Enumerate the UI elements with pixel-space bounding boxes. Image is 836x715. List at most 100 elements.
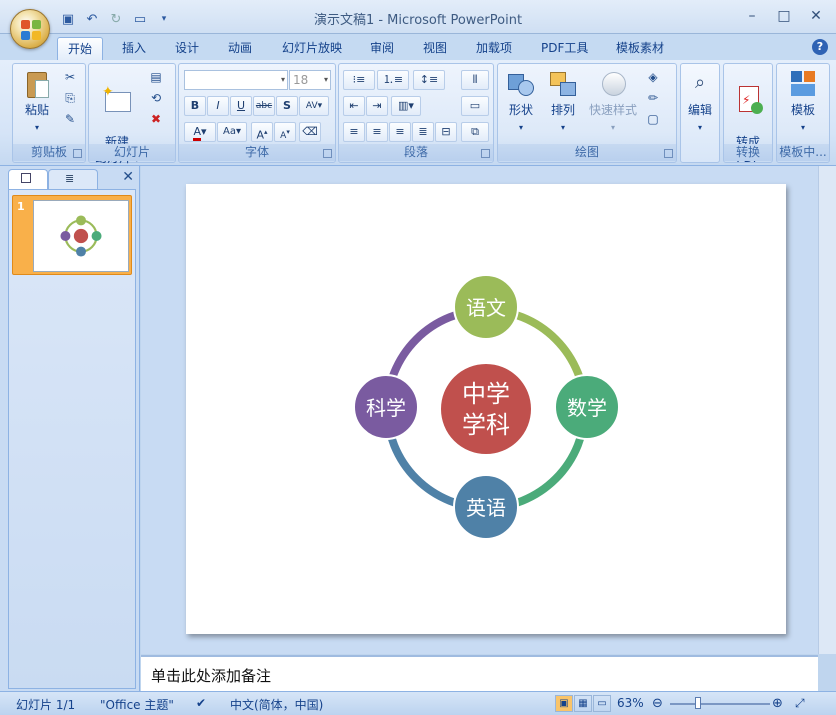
notes-pane[interactable]: 单击此处添加备注 — [141, 655, 818, 691]
drawing-label: 绘图 — [498, 144, 676, 161]
close-button[interactable]: ✕ — [802, 6, 830, 26]
spellcheck-icon[interactable]: ✔ — [196, 696, 206, 710]
bullets-button[interactable]: ⁝≡ — [343, 70, 375, 90]
slides-tab[interactable] — [8, 169, 48, 189]
editing-group: ⌕ 编辑 ▾ — [680, 63, 720, 163]
new-slide-icon: ✦ — [102, 84, 132, 116]
slide-number: 1 — [17, 200, 25, 213]
zoom-slider[interactable] — [670, 703, 770, 705]
tab-view[interactable]: 视图 — [413, 37, 457, 60]
help-icon[interactable]: ? — [812, 39, 828, 55]
underline-button[interactable]: U — [230, 96, 252, 116]
columns-button[interactable]: ▥▾ — [391, 96, 421, 116]
quick-styles-button[interactable]: 快速样式 ▾ — [586, 68, 640, 136]
tab-template[interactable]: 模板素材 — [606, 37, 674, 60]
paragraph-launcher-icon[interactable] — [481, 149, 490, 158]
clipboard-group: 粘贴 ▾ ✂ ⎘ ✎ 剪贴板 — [12, 63, 86, 163]
italic-button[interactable]: I — [207, 96, 229, 116]
numbering-button[interactable]: ⒈≡ — [377, 70, 409, 90]
slide-canvas[interactable]: 中学 学科 语文 数学 英语 科学 — [186, 184, 786, 634]
align-text-button[interactable]: ▭ — [461, 96, 489, 116]
slide-thumbnail[interactable]: 1 — [12, 195, 132, 275]
distribute-button[interactable]: ⊟ — [435, 122, 457, 142]
editing-button[interactable]: ⌕ 编辑 ▾ — [683, 68, 717, 136]
ribbon: 粘贴▾ ✂ ⎘ ✎ 剪贴板 ✦ 新建 幻灯片 ▾ ▤ ⟲ ✖ 幻灯片 ▾ 18▾… — [0, 60, 836, 166]
align-center-button[interactable]: ≡ — [366, 122, 388, 142]
language[interactable]: 中文(简体，中国) — [230, 696, 323, 713]
outline-tab[interactable]: ≣ — [48, 169, 98, 189]
shrink-font-button[interactable]: A▾ — [274, 122, 296, 142]
pdf-icon: ⚡ — [733, 84, 763, 116]
increase-indent-button[interactable]: ⇥ — [366, 96, 388, 116]
font-color-button[interactable]: A▾ — [184, 122, 216, 142]
tab-addins[interactable]: 加载项 — [466, 37, 522, 60]
delete-slide-icon[interactable]: ✖ — [147, 110, 165, 128]
shapes-button[interactable]: 形状 ▾ — [502, 68, 540, 136]
drawing-launcher-icon[interactable] — [664, 149, 673, 158]
paste-button[interactable]: 粘贴 ▾ — [17, 68, 57, 136]
text-direction-button[interactable]: ⦀ — [461, 70, 489, 90]
tab-slideshow[interactable]: 幻灯片放映 — [272, 37, 352, 60]
grow-font-button[interactable]: A▴ — [251, 122, 273, 142]
office-button[interactable] — [10, 9, 50, 49]
tab-insert[interactable]: 插入 — [112, 37, 156, 60]
drawing-group: 形状 ▾ 排列 ▾ 快速样式 ▾ ◈ ✏ ▢ 绘图 — [497, 63, 677, 163]
theme-name[interactable]: "Office 主题" — [100, 696, 174, 713]
align-left-button[interactable]: ≡ — [343, 122, 365, 142]
font-family-combo[interactable]: ▾ — [184, 70, 288, 90]
char-spacing-button[interactable]: AV▾ — [299, 96, 329, 116]
layout-icon[interactable]: ▤ — [147, 68, 165, 86]
font-launcher-icon[interactable] — [323, 149, 332, 158]
shape-fill-icon[interactable]: ◈ — [644, 68, 662, 86]
minimize-button[interactable]: – — [738, 6, 766, 26]
decrease-indent-button[interactable]: ⇤ — [343, 96, 365, 116]
vertical-scrollbar[interactable] — [818, 166, 836, 654]
justify-button[interactable]: ≣ — [412, 122, 434, 142]
maximize-button[interactable]: □ — [770, 6, 798, 26]
clipboard-launcher-icon[interactable] — [73, 149, 82, 158]
arrange-button[interactable]: 排列 ▾ — [544, 68, 582, 136]
zoom-slider-thumb[interactable] — [695, 697, 701, 709]
sorter-view-icon[interactable]: ▦ — [574, 695, 592, 712]
shape-outline-icon[interactable]: ✏ — [644, 89, 662, 107]
copy-icon[interactable]: ⎘ — [61, 89, 79, 107]
node-label-top: 语文 — [466, 296, 506, 320]
slideshow-view-icon[interactable]: ▭ — [593, 695, 611, 712]
font-size-combo[interactable]: 18 ▾ — [289, 70, 331, 90]
shadow-button[interactable]: S — [276, 96, 298, 116]
center-circle[interactable] — [439, 362, 533, 456]
strikethrough-button[interactable]: abc — [253, 96, 275, 116]
arrange-icon — [548, 68, 578, 100]
change-case-button[interactable]: Aa▾ — [217, 122, 247, 142]
format-painter-icon[interactable]: ✎ — [61, 110, 79, 128]
tab-design[interactable]: 设计 — [165, 37, 209, 60]
shape-effects-icon[interactable]: ▢ — [644, 110, 662, 128]
align-right-button[interactable]: ≡ — [389, 122, 411, 142]
tab-animation[interactable]: 动画 — [218, 37, 262, 60]
tab-home[interactable]: 开始 — [57, 37, 104, 60]
notes-placeholder: 单击此处添加备注 — [151, 667, 272, 685]
tab-review[interactable]: 审阅 — [360, 37, 404, 60]
smartart-button[interactable]: ⧉ — [461, 122, 489, 142]
node-label-left: 科学 — [366, 396, 406, 420]
clear-format-icon[interactable]: ⌫ — [299, 122, 321, 142]
cut-icon[interactable]: ✂ — [61, 68, 79, 86]
tab-pdf-tools[interactable]: PDF工具 — [531, 37, 598, 60]
zoom-out-icon[interactable]: ⊖ — [652, 696, 663, 711]
paste-icon — [22, 68, 52, 100]
center-line-1: 中学 — [462, 380, 510, 408]
bold-button[interactable]: B — [184, 96, 206, 116]
reset-icon[interactable]: ⟲ — [147, 89, 165, 107]
normal-view-icon[interactable]: ▣ — [555, 695, 573, 712]
node-label-bottom: 英语 — [466, 496, 506, 520]
zoom-in-icon[interactable]: ⊕ — [772, 696, 783, 711]
zoom-level[interactable]: 63% — [617, 696, 644, 710]
fit-to-window-icon[interactable]: ⤢ — [795, 696, 805, 711]
slides-pane: ≣ ✕ 1 — [0, 166, 140, 691]
close-pane-icon[interactable]: ✕ — [122, 169, 134, 185]
binoculars-icon: ⌕ — [694, 72, 706, 93]
line-spacing-button[interactable]: ↕≡ — [413, 70, 445, 90]
template-group: 模板 ▾ 模板中... — [776, 63, 830, 163]
template-button[interactable]: 模板 ▾ — [781, 68, 825, 136]
slide-editing-area: 中学 学科 语文 数学 英语 科学 — [141, 166, 818, 654]
